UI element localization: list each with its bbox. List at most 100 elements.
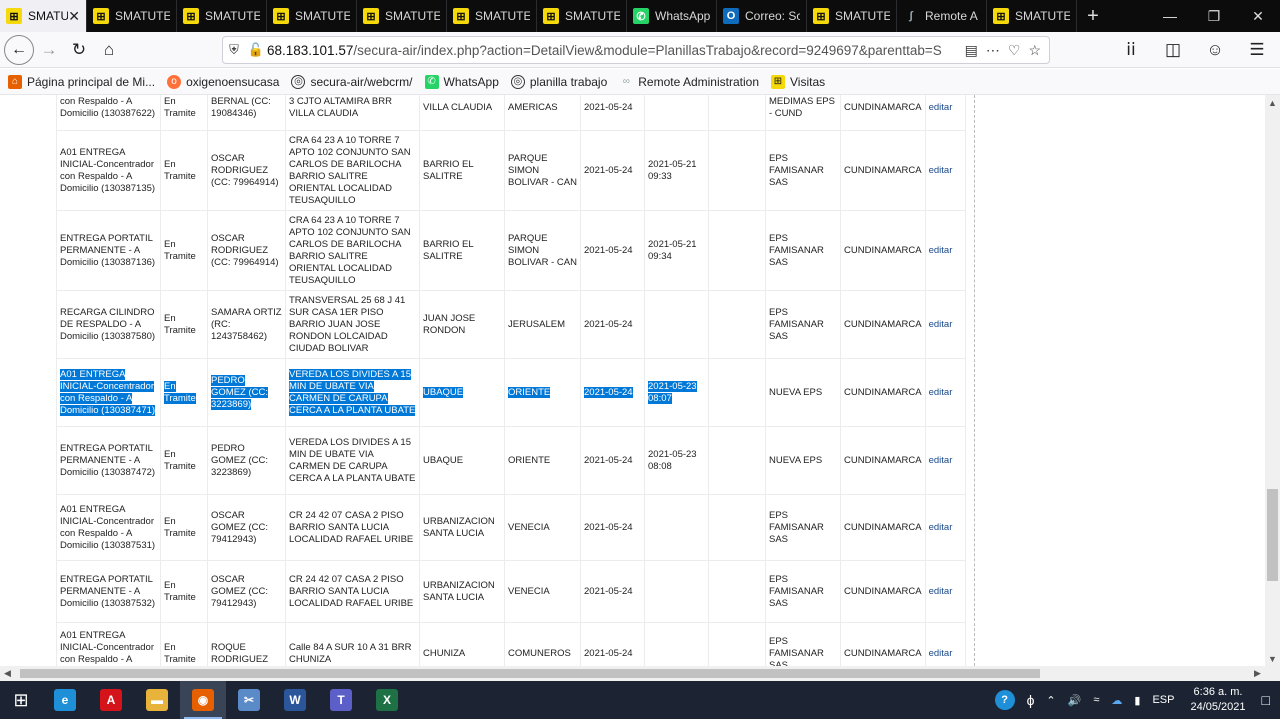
cell-fecha-entrega [644, 95, 709, 131]
new-tab-button[interactable]: + [1079, 0, 1107, 32]
bookmark-item[interactable]: ⊞ Visitas [771, 74, 825, 89]
menu-icon[interactable]: ☰ [1242, 35, 1272, 65]
minimize-button[interactable]: — [1148, 0, 1192, 32]
notifications-icon[interactable]: □ [1256, 692, 1280, 708]
edit-link[interactable]: editar [929, 522, 953, 533]
cell-text: VENECIA [508, 521, 550, 533]
shield-icon[interactable]: ⛨ [223, 42, 245, 58]
browser-tab[interactable]: ⊞ SMATUTE [447, 0, 537, 32]
cell-text: A01 ENTREGA INICIAL-Concentrador con Res… [60, 503, 156, 551]
cell-text: 2021-05-23 08:07 [648, 380, 697, 404]
browser-tab[interactable]: O Correo: Sc [717, 0, 807, 32]
taskbar-app[interactable]: ◉ [180, 681, 226, 719]
edit-link[interactable]: editar [929, 455, 953, 466]
library-icon[interactable]: ⅰⅰ [1116, 35, 1146, 65]
bookmark-star-icon[interactable]: ☆ [1028, 42, 1041, 59]
horizontal-scrollbar[interactable]: ◀ ▶ [0, 666, 1280, 681]
edit-link[interactable]: editar [929, 586, 953, 597]
bookmark-item[interactable]: o oxigenoensucasa [167, 74, 279, 89]
cell-text: EPS FAMISANAR SAS [769, 509, 824, 545]
scroll-left-arrow-icon[interactable]: ◀ [0, 666, 15, 681]
taskbar-app[interactable]: ✂ [226, 681, 272, 719]
browser-tab[interactable]: ⊞ SMATUTE [987, 0, 1077, 32]
bookmark-item[interactable]: ✆ WhatsApp [424, 74, 499, 89]
clock[interactable]: 6:36 a. m. 24/05/2021 [1180, 685, 1255, 715]
browser-tab[interactable]: ⊞ SMATUTE [537, 0, 627, 32]
forward-button[interactable]: → [34, 35, 64, 65]
page-actions-icon[interactable]: ⋯ [986, 42, 1000, 59]
taskbar-app[interactable]: e [42, 681, 88, 719]
cell-text: En Tramite [164, 312, 196, 336]
table-row: A01 ENTREGA INICIAL-Concentrador con Res… [56, 358, 966, 427]
show-hidden-icons-icon[interactable]: ⌃ [1040, 694, 1061, 707]
bookmark-item[interactable]: ⌂ Página principal de Mi... [8, 74, 155, 89]
browser-tab[interactable]: ⊞ SMATUTE [357, 0, 447, 32]
scroll-right-arrow-icon[interactable]: ▶ [1250, 666, 1265, 681]
bookmark-item[interactable]: ◎ planilla trabajo [510, 74, 607, 89]
start-button[interactable]: ⊞ [0, 681, 42, 719]
edit-link[interactable]: editar [929, 245, 953, 256]
people-icon[interactable]: ϕ [1021, 692, 1041, 708]
maximize-button[interactable]: ❐ [1192, 0, 1236, 32]
tab-strip: ⊞SMATUTE✕⊞SMATUTE⊞SMATUTE⊞SMATUTE⊞SMATUT… [0, 0, 1077, 32]
close-tab-icon[interactable]: ✕ [68, 8, 80, 25]
url-bar[interactable]: ⛨ 🔓 68.183.101.57/secura-air/index.php?a… [222, 36, 1050, 64]
close-window-button[interactable]: ✕ [1236, 0, 1280, 32]
sidebar-icon[interactable]: ◫ [1158, 35, 1188, 65]
pocket-icon[interactable]: ♡ [1008, 42, 1021, 59]
cell-producto: ENTREGA PORTATIL PERMANENTE - A Domicili… [56, 560, 161, 623]
battery-icon[interactable]: ▮ [1128, 694, 1146, 707]
vertical-scrollbar[interactable]: ▲ ▼ [1265, 95, 1280, 666]
onedrive-icon[interactable]: ☁ [1105, 694, 1128, 707]
browser-tab[interactable]: ✆ WhatsApp [627, 0, 717, 32]
browser-tab[interactable]: ∫ Remote A [897, 0, 987, 32]
cell-text: RECARGA CILINDRO DE RESPALDO - A Domicil… [60, 306, 156, 342]
browser-tab[interactable]: ⊞ SMATUTE✕ [0, 0, 87, 32]
home-button[interactable]: ⌂ [94, 35, 124, 65]
browser-tab[interactable]: ⊞ SMATUTE [177, 0, 267, 32]
vertical-scroll-thumb[interactable] [1267, 489, 1278, 581]
edit-link[interactable]: editar [929, 648, 953, 659]
reader-view-icon[interactable]: ▤ [965, 42, 978, 59]
browser-tab[interactable]: ⊞ SMATUTE [267, 0, 357, 32]
edit-link[interactable]: editar [929, 387, 953, 398]
cell-text: PEDRO GOMEZ (CC: 3223869) [211, 374, 268, 410]
help-icon[interactable]: ? [989, 690, 1021, 710]
scroll-up-arrow-icon[interactable]: ▲ [1265, 95, 1280, 110]
horizontal-scroll-thumb[interactable] [20, 669, 1040, 678]
cell-text: CR 24 42 07 CASA 2 PISO BARRIO SANTA LUC… [289, 573, 414, 609]
url-text[interactable]: 68.183.101.57/secura-air/index.php?actio… [267, 43, 965, 58]
cell-fecha: 2021-05-24 [580, 358, 645, 427]
cell-paciente: PEDRO GOMEZ (CC: 3223869) [207, 358, 286, 427]
volume-icon[interactable]: 🔊 [1062, 694, 1088, 707]
cell-producto: A01 ENTREGA INICIAL-Concentrador con Res… [56, 358, 161, 427]
cell-text: EPS FAMISANAR SAS [769, 152, 824, 188]
edit-link[interactable]: editar [929, 102, 953, 113]
cell-text: ENTREGA PORTATIL PERMANENTE - A Domicili… [60, 442, 156, 478]
cell-paciente: BERNAL (CC: 19084346) [207, 95, 286, 131]
taskbar-app[interactable]: W [272, 681, 318, 719]
insecure-lock-icon[interactable]: 🔓 [245, 42, 267, 58]
back-button[interactable]: ← [4, 34, 34, 65]
edit-link[interactable]: editar [929, 165, 953, 176]
cell-localidad: PARQUE SIMON BOLIVAR - CAN [504, 210, 581, 291]
account-icon[interactable]: ☺ [1200, 35, 1230, 65]
wifi-icon[interactable]: ≈ [1087, 694, 1105, 706]
reload-button[interactable]: ↻ [64, 35, 94, 65]
language-indicator[interactable]: ESP [1146, 694, 1180, 706]
taskbar-app[interactable]: A [88, 681, 134, 719]
cell-text: UBAQUE [423, 386, 464, 398]
bookmark-item[interactable]: ◎ secura-air/webcrm/ [291, 74, 413, 89]
browser-tab[interactable]: ⊞ SMATUTE [87, 0, 177, 32]
bookmark-item[interactable]: ∞ Remote Administration [619, 75, 759, 89]
taskbar-app[interactable]: X [364, 681, 410, 719]
taskbar-app[interactable]: T [318, 681, 364, 719]
navigation-bar: ← → ↻ ⌂ ⛨ 🔓 68.183.101.57/secura-air/ind… [0, 32, 1280, 68]
scroll-down-arrow-icon[interactable]: ▼ [1265, 651, 1280, 666]
file-explorer-icon: ▬ [146, 689, 168, 711]
edit-link[interactable]: editar [929, 319, 953, 330]
cell-fecha-entrega: 2021-05-21 09:34 [644, 210, 709, 291]
taskbar-app[interactable]: ▬ [134, 681, 180, 719]
cell-departamento: CUNDINAMARCA [840, 290, 926, 359]
browser-tab[interactable]: ⊞ SMATUTE [807, 0, 897, 32]
